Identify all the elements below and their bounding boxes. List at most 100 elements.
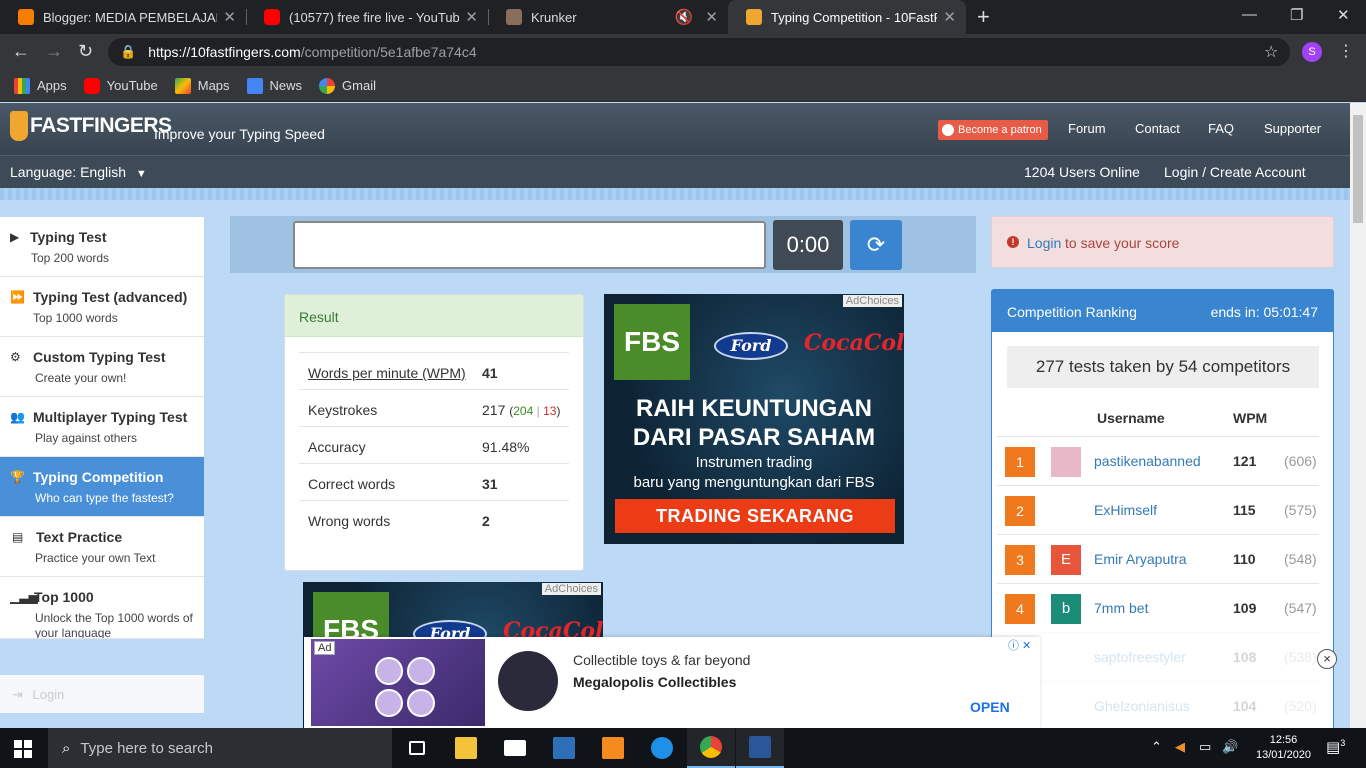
restart-button[interactable]: ⟳ xyxy=(850,220,902,270)
close-window-icon[interactable]: ✕ xyxy=(1337,6,1350,24)
login-link[interactable]: Login xyxy=(1027,235,1061,251)
sidebar-item-typing-competition[interactable]: 🏆 Typing Competition Who can type the fa… xyxy=(0,457,204,517)
action-center-icon[interactable]: ▤3 xyxy=(1326,738,1345,756)
windows-start-icon[interactable] xyxy=(14,740,32,758)
username-link[interactable]: saptofreestyler xyxy=(1094,649,1186,665)
google-icon xyxy=(319,77,336,94)
username-link[interactable]: Ghelzonianisus xyxy=(1094,698,1190,714)
trophy-icon: 🏆 xyxy=(10,470,25,484)
sidebar-item-typing-test[interactable]: ▶ Typing Test Top 200 words xyxy=(0,217,204,277)
language-selector[interactable]: Language: English ▼ xyxy=(10,164,147,180)
reload-page-icon[interactable]: ↻ xyxy=(78,41,93,62)
nav-faq[interactable]: FAQ xyxy=(1208,121,1234,136)
new-tab-button[interactable]: + xyxy=(977,4,990,30)
close-tab-icon[interactable]: ✕ xyxy=(223,8,236,26)
sidebar-item-text-practice[interactable]: ▤ Text Practice Practice your own Text xyxy=(0,517,204,577)
sidebar-item-multiplayer[interactable]: 👥 Multiplayer Typing Test Play against o… xyxy=(0,397,204,457)
site-logo[interactable]: FASTFINGERS xyxy=(10,111,172,141)
users-icon: 👥 xyxy=(10,410,25,424)
sidebar-login[interactable]: ⇥ Login xyxy=(0,675,204,713)
show-hidden-icons-icon[interactable]: ⌃ xyxy=(1151,739,1162,755)
sidebar-item-top-1000[interactable]: ▁▃▅ Top 1000 Unlock the Top 1000 words o… xyxy=(0,577,204,639)
profile-avatar[interactable]: S xyxy=(1302,42,1322,62)
anchor-ad-open-button[interactable]: OPEN xyxy=(970,699,1010,715)
youtube-icon xyxy=(264,9,280,25)
bookmark-news[interactable]: News xyxy=(246,77,302,94)
forward-icon[interactable]: → xyxy=(45,41,63,62)
mail-icon[interactable] xyxy=(491,728,539,768)
file-explorer-icon[interactable] xyxy=(442,728,490,768)
close-tab-icon[interactable]: ✕ xyxy=(705,8,718,26)
close-tab-icon[interactable]: ✕ xyxy=(465,8,478,26)
adchoices-icon[interactable]: ⓘ ✕ xyxy=(1008,637,1040,653)
edge-icon[interactable] xyxy=(638,728,686,768)
refresh-icon: ⟳ xyxy=(866,232,886,257)
nav-supporter[interactable]: Supporter xyxy=(1264,121,1321,136)
ranking-row[interactable]: 5 saptofreestyler 108 (538) xyxy=(997,632,1319,681)
bookmark-star-icon[interactable]: ☆ xyxy=(1264,42,1278,62)
bookmark-apps[interactable]: Apps xyxy=(14,77,67,94)
sidebar-item-subtitle: Practice your own Text xyxy=(35,551,156,565)
username-link[interactable]: ExHimself xyxy=(1094,502,1157,518)
word-input[interactable] xyxy=(293,221,766,269)
tab-typing-competition[interactable]: Typing Competition - 10FastFinge ✕ xyxy=(728,0,966,34)
page-scrollbar[interactable] xyxy=(1350,103,1366,728)
tab-title: Typing Competition - 10FastFinge xyxy=(771,9,937,25)
fast-forward-icon: ⏩ xyxy=(10,290,25,304)
keystroke-total: (548) xyxy=(1284,551,1317,567)
result-row-correct-words: Correct words 31 xyxy=(299,463,569,500)
menu-icon[interactable]: ⋮ xyxy=(1338,41,1354,61)
tab-krunker[interactable]: Krunker 🔇 ✕ xyxy=(488,0,728,34)
column-username: Username xyxy=(1097,410,1165,426)
close-anchor-ad-button[interactable]: × xyxy=(1317,649,1337,669)
word-icon[interactable] xyxy=(736,728,784,768)
snipping-tool-icon[interactable] xyxy=(540,728,588,768)
become-patron-button[interactable]: Become a patron xyxy=(938,120,1048,140)
anchor-ad[interactable]: Ad Collectible toys & far beyond Megalop… xyxy=(304,637,1040,728)
sidebar: ▶ Typing Test Top 200 words ⏩ Typing Tes… xyxy=(0,217,204,639)
play-icon: ▶ xyxy=(10,230,20,244)
task-view-icon[interactable] xyxy=(393,728,441,768)
minimize-icon[interactable]: — xyxy=(1242,6,1257,23)
tab-youtube[interactable]: (10577) free fire live - YouTube ✕ xyxy=(246,0,488,34)
wpm-label[interactable]: Words per minute (WPM) xyxy=(308,365,466,381)
ad-cta-button[interactable]: TRADING SEKARANG xyxy=(615,499,895,533)
taskbar-search[interactable]: ⌕ Type here to search xyxy=(48,728,392,768)
fbs-ad-banner[interactable]: AdChoices FBS Ford CocaCola RAIH KEUNTUN… xyxy=(604,294,904,544)
bookmark-gmail[interactable]: Gmail xyxy=(319,77,376,94)
ranking-row[interactable]: 6 Ghelzonianisus 104 (520) xyxy=(997,681,1319,728)
sidebar-item-typing-test-advanced[interactable]: ⏩ Typing Test (advanced) Top 1000 words xyxy=(0,277,204,337)
address-bar[interactable]: 🔒 https://10fastfingers.com /competition… xyxy=(108,38,1290,66)
adchoices-link[interactable]: AdChoices xyxy=(541,583,601,595)
maximize-icon[interactable]: ❐ xyxy=(1290,6,1303,24)
sign-in-icon: ⇥ xyxy=(12,687,23,702)
adchoices-link[interactable]: AdChoices xyxy=(842,295,902,307)
close-tab-icon[interactable]: ✕ xyxy=(943,8,956,26)
ranking-row[interactable]: 2 ExHimself 115 (575) xyxy=(997,485,1319,534)
bookmark-youtube[interactable]: YouTube xyxy=(83,77,158,94)
search-icon: ⌕ xyxy=(62,739,71,757)
bookmark-label: YouTube xyxy=(106,78,158,93)
nav-forum[interactable]: Forum xyxy=(1068,121,1106,136)
sublime-text-icon[interactable] xyxy=(589,728,637,768)
nav-contact[interactable]: Contact xyxy=(1135,121,1180,136)
username-link[interactable]: pastikenabanned xyxy=(1094,453,1201,469)
avatar: b xyxy=(1051,594,1081,624)
ranking-row[interactable]: 4 b 7mm bet 109 (547) xyxy=(997,583,1319,632)
sidebar-item-custom-typing-test[interactable]: ⚙ Custom Typing Test Create your own! xyxy=(0,337,204,397)
ranking-row[interactable]: 1 pastikenabanned 121 (606) xyxy=(997,436,1319,485)
back-icon[interactable]: ← xyxy=(12,41,30,62)
system-clock[interactable]: 12:56 13/01/2020 xyxy=(1256,733,1311,763)
scrollbar-thumb[interactable] xyxy=(1353,115,1363,223)
login-create-account-link[interactable]: Login / Create Account xyxy=(1164,164,1306,180)
speaker-icon[interactable]: 🔊 xyxy=(1222,739,1238,755)
volume-warning-icon[interactable]: ◀ xyxy=(1175,739,1185,755)
chrome-icon[interactable] xyxy=(687,728,735,768)
username-link[interactable]: 7mm bet xyxy=(1094,600,1148,616)
username-link[interactable]: Emir Aryaputra xyxy=(1094,551,1187,567)
network-icon[interactable]: ▭ xyxy=(1199,739,1211,755)
bookmark-maps[interactable]: Maps xyxy=(174,77,230,94)
tab-blogger[interactable]: Blogger: MEDIA PEMBELAJARAN ✕ xyxy=(0,0,246,34)
mute-icon[interactable]: 🔇 xyxy=(675,8,694,26)
ranking-row[interactable]: 3 E Emir Aryaputra 110 (548) xyxy=(997,534,1319,583)
